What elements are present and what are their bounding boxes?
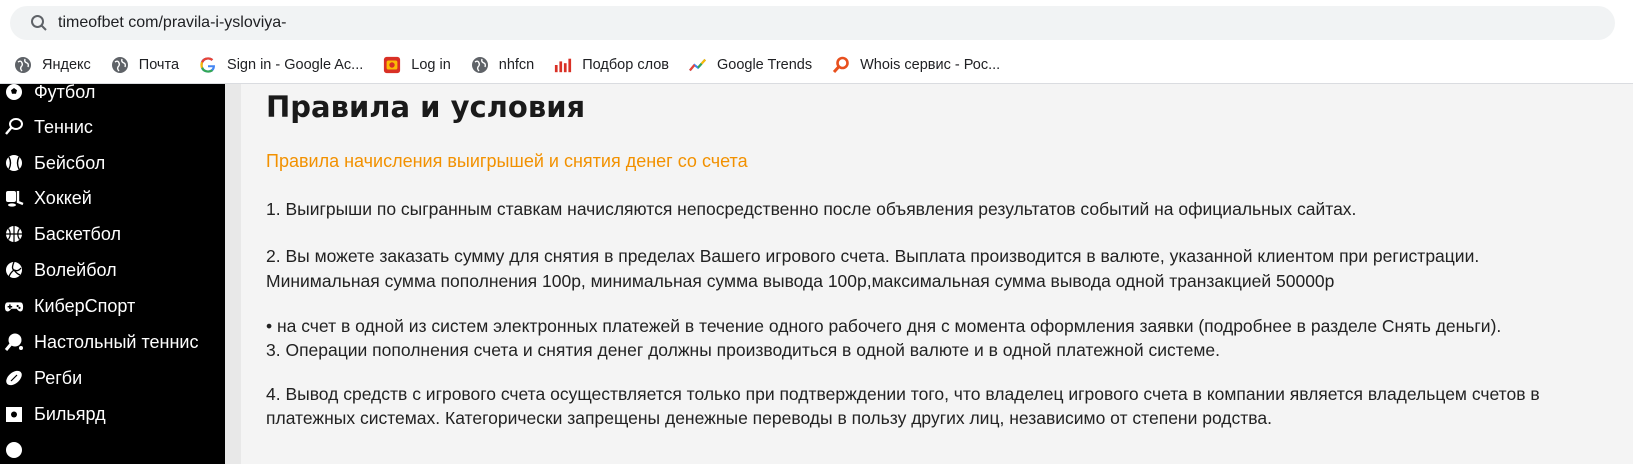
rule-paragraph-4: 4. Вывод средств с игрового счета осущес… (266, 384, 1540, 404)
sidebar-item-label: Футбол (34, 84, 96, 102)
globe-icon (14, 56, 32, 74)
bookmark-label: Почта (138, 56, 180, 73)
bookmark-google-signin[interactable]: Sign in - Google Ac... (191, 50, 371, 80)
main-content: Правила и условия Правила начисления выи… (241, 84, 1633, 464)
bookmark-nhfcn[interactable]: nhfcn (463, 50, 542, 80)
sidebar-item-rugby[interactable]: Регби (0, 361, 225, 395)
bookmark-label: Подбор слов (582, 56, 669, 73)
tennis-racket-icon (4, 117, 24, 137)
sidebar-item-volleyball[interactable]: Волейбол (0, 253, 225, 287)
sidebar-item-basketball[interactable]: Баскетбол (0, 217, 225, 251)
globe-icon (471, 56, 489, 74)
bar-chart-icon (554, 56, 572, 74)
sidebar-item-tennis[interactable]: Теннис (0, 110, 225, 144)
rule-paragraph-2-limits: Минимальная сумма пополнения 100р, миним… (266, 271, 1335, 291)
billiards-icon (4, 404, 24, 424)
sidebar-gutter (225, 84, 241, 464)
rule-paragraph-4-cont: платежных системах. Категорически запрещ… (266, 408, 1272, 428)
search-icon (22, 6, 56, 40)
url-text[interactable]: timeofbet com/pravila-i-ysloviya- (58, 14, 287, 32)
trends-icon (689, 56, 707, 74)
sidebar-item-esports[interactable]: КиберСпорт (0, 289, 225, 323)
address-bar[interactable]: timeofbet com/pravila-i-ysloviya- (10, 6, 1615, 40)
rule-paragraph-bullet: • на счет в одной из систем электронных … (266, 316, 1502, 336)
bookmark-label: Whois сервис - Рос... (860, 56, 1001, 73)
sidebar-item-label: Бильярд (34, 403, 106, 424)
globe-icon (111, 56, 129, 74)
sidebar-item-label: Волейбол (34, 259, 117, 280)
app-icon (383, 56, 401, 74)
sidebar-item-label: КиберСпорт (34, 295, 136, 316)
sidebar-item-label: Регби (34, 367, 83, 388)
sidebar-item-label: Настольный теннис (34, 331, 199, 352)
magnifier-icon (832, 56, 850, 74)
page-title: Правила и условия (266, 90, 586, 124)
rule-paragraph-2: 2. Вы можете заказать сумму для снятия в… (266, 246, 1480, 266)
volleyball-icon (4, 260, 24, 280)
bookmark-log-in[interactable]: Log in (375, 50, 459, 80)
hockey-icon (4, 188, 24, 208)
sport-icon (4, 440, 24, 460)
bookmark-google-trends[interactable]: Google Trends (681, 50, 820, 80)
bookmark-whois[interactable]: Whois сервис - Рос... (824, 50, 1008, 80)
baseball-icon (4, 153, 24, 173)
sidebar-item-label: Баскетбол (34, 223, 121, 244)
sidebar-item-next[interactable] (0, 433, 225, 464)
sidebar-item-label: Хоккей (34, 187, 92, 208)
rule-paragraph-3: 3. Операции пополнения счета и снятия де… (266, 340, 1220, 360)
sidebar-item-label: Бейсбол (34, 152, 106, 173)
bookmark-label: Sign in - Google Ac... (227, 56, 364, 73)
sidebar-item-billiards[interactable]: Бильярд (0, 397, 225, 431)
soccer-ball-icon (4, 84, 24, 102)
bookmark-pochta[interactable]: Почта (103, 50, 187, 80)
sidebar-item-football[interactable]: Футбол (0, 84, 225, 109)
google-g-icon (199, 56, 217, 74)
bookmarks-bar: Яндекс Почта Sign in - Google Ac... Log … (0, 46, 1633, 84)
section-subtitle: Правила начисления выигрышей и снятия де… (266, 151, 748, 171)
bookmark-label: nhfcn (498, 56, 535, 73)
bookmark-label: Log in (411, 56, 451, 73)
bookmark-podbor-slov[interactable]: Подбор слов (546, 50, 677, 80)
sports-sidebar: Футбол Теннис Бейсбол Хоккей Баскетбол В… (0, 84, 225, 464)
ping-pong-icon (4, 332, 24, 352)
rugby-ball-icon (4, 368, 24, 388)
bookmark-label: Яндекс (42, 56, 91, 73)
sidebar-item-hockey[interactable]: Хоккей (0, 181, 225, 215)
basketball-icon (4, 224, 24, 244)
bookmark-label: Google Trends (716, 56, 813, 73)
gamepad-icon (4, 296, 24, 316)
rule-paragraph-1: 1. Выигрыши по сыгранным ставкам начисля… (266, 199, 1357, 219)
address-bar-row: timeofbet com/pravila-i-ysloviya- (0, 0, 1633, 44)
bookmark-yandex[interactable]: Яндекс (6, 50, 99, 80)
sidebar-item-baseball[interactable]: Бейсбол (0, 146, 225, 180)
sidebar-item-table-tennis[interactable]: Настольный теннис (0, 325, 225, 359)
sidebar-item-label: Теннис (34, 116, 93, 137)
